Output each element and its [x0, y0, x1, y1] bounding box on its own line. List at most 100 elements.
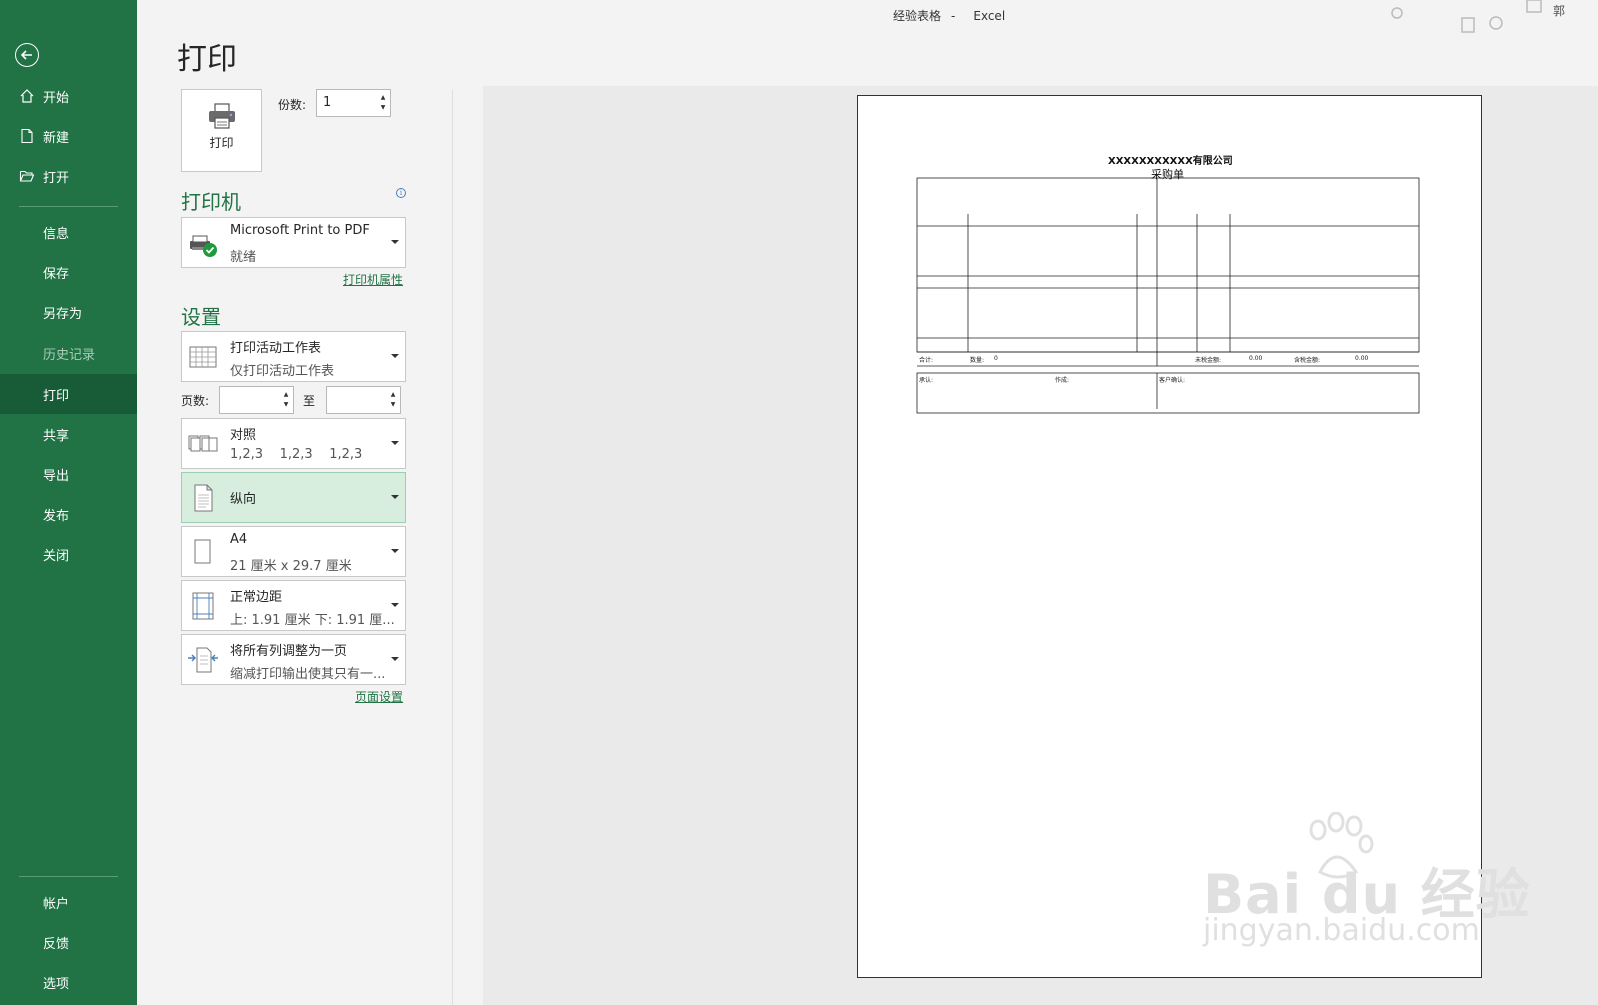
- nav-publish[interactable]: 发布: [0, 494, 137, 534]
- pages-to-stepper[interactable]: ▲ ▼: [326, 386, 401, 414]
- copies-label: 份数:: [278, 98, 307, 112]
- orientation-main: 纵向: [230, 492, 257, 507]
- printer-properties-link[interactable]: 打印机属性: [343, 271, 403, 288]
- nav-export[interactable]: 导出: [0, 454, 137, 494]
- nav-divider-bottom: [19, 876, 118, 877]
- nav-close-label: 关闭: [43, 549, 70, 564]
- nav-info-label: 信息: [43, 227, 70, 242]
- nav-history-label: 历史记录: [43, 348, 96, 363]
- chevron-down-icon: [391, 441, 399, 445]
- printer-heading: 打印机: [181, 190, 241, 214]
- scaling-select[interactable]: 将所有列调整为一页 缩减打印输出使其只有一...: [181, 634, 406, 685]
- printer-select[interactable]: Microsoft Print to PDF 就绪: [181, 217, 406, 268]
- preview-untaxed-value: 0.00: [1249, 355, 1263, 362]
- preview-total-label: 合计:: [919, 357, 934, 364]
- chevron-down-icon: [391, 657, 399, 661]
- preview-untaxed-label: 未税金额:: [1195, 357, 1222, 364]
- printer-ready-icon: [190, 235, 217, 257]
- back-button[interactable]: [15, 43, 39, 67]
- spin-arrows-icon[interactable]: ▲ ▼: [282, 390, 290, 410]
- preview-company-name: XXXXXXXXXXX有限公司: [1108, 156, 1233, 167]
- pages-label: 页数:: [181, 394, 210, 408]
- nav-save-as[interactable]: 另存为: [0, 292, 137, 332]
- nav-feedback[interactable]: 反馈: [0, 922, 137, 962]
- nav-info[interactable]: 信息: [0, 212, 137, 252]
- preview-taxed-value: 0.00: [1355, 355, 1369, 362]
- nav-home[interactable]: 开始: [0, 76, 137, 116]
- pages-from-stepper[interactable]: ▲ ▼: [219, 386, 294, 414]
- copies-value: 1: [323, 95, 332, 110]
- nav-account[interactable]: 帐户: [0, 882, 137, 922]
- nav-account-label: 帐户: [43, 897, 70, 912]
- paper-size-select[interactable]: A4 21 厘米 x 29.7 厘米: [181, 526, 406, 577]
- collated-pages-icon: [188, 435, 218, 452]
- print-button[interactable]: 打印: [181, 89, 262, 172]
- printer-status: 就绪: [230, 250, 257, 265]
- paper-size-main: A4: [230, 532, 248, 547]
- print-scope-sub: 仅打印活动工作表: [230, 364, 335, 379]
- portrait-page-icon: [194, 484, 213, 512]
- nav-home-label: 开始: [43, 91, 70, 106]
- preview-qty-label: 数量:: [970, 357, 985, 364]
- printer-icon: [209, 103, 235, 129]
- nav-options[interactable]: 选项: [0, 962, 137, 1002]
- panel-divider: [452, 90, 453, 1005]
- scaling-main: 将所有列调整为一页: [230, 644, 348, 659]
- preview-customer-label: 客户确认:: [1159, 377, 1186, 384]
- nav-share[interactable]: 共享: [0, 414, 137, 454]
- nav-new[interactable]: 新建: [0, 116, 137, 156]
- orientation-select[interactable]: 纵向: [181, 472, 406, 523]
- document-name: 经验表格: [893, 9, 942, 23]
- arrow-left-icon: [20, 50, 32, 60]
- print-scope-select[interactable]: 打印活动工作表 仅打印活动工作表: [181, 331, 406, 382]
- nav-share-label: 共享: [43, 429, 70, 444]
- nav-print[interactable]: 打印: [0, 374, 137, 414]
- preview-qty-value: 0: [994, 355, 998, 362]
- chevron-down-icon: [391, 240, 399, 244]
- nav-feedback-label: 反馈: [43, 937, 70, 952]
- spin-arrows-icon[interactable]: ▲ ▼: [389, 390, 397, 410]
- open-folder-icon: [19, 170, 35, 182]
- settings-heading: 设置: [181, 305, 221, 329]
- nav-close[interactable]: 关闭: [0, 534, 137, 574]
- chevron-down-icon: [391, 354, 399, 358]
- preview-approve-label: 承认:: [919, 377, 934, 384]
- nav-new-label: 新建: [43, 131, 70, 146]
- nav-options-label: 选项: [43, 977, 70, 992]
- account-name-fragment[interactable]: 郭: [1553, 2, 1565, 19]
- nav-divider: [19, 206, 118, 207]
- preview-table-grid: [916, 177, 1420, 414]
- nav-print-label: 打印: [43, 389, 70, 404]
- worksheet-icon: [189, 346, 217, 368]
- scaling-sub: 缩减打印输出使其只有一...: [230, 667, 386, 682]
- nav-publish-label: 发布: [43, 509, 70, 524]
- copies-stepper[interactable]: 1 ▲ ▼: [316, 89, 391, 117]
- preview-make-label: 作成:: [1055, 377, 1070, 384]
- margins-select[interactable]: 正常边距 上: 1.91 厘米 下: 1.91 厘...: [181, 580, 406, 631]
- collation-select[interactable]: 对照 1,2,3 1,2,3 1,2,3: [181, 418, 406, 469]
- spin-arrows-icon[interactable]: ▲ ▼: [379, 93, 387, 113]
- paper-size-sub: 21 厘米 x 29.7 厘米: [230, 559, 352, 574]
- preview-doc-title: 采购单: [1151, 168, 1184, 181]
- backstage-sidebar: 开始 新建 打开 信息 保存 另存为 历史记录 打印 共享 导出 发布 关闭 帐…: [0, 0, 137, 1005]
- window-title: 经验表格 - Excel: [893, 7, 1005, 24]
- info-icon[interactable]: i: [396, 188, 406, 198]
- margins-main: 正常边距: [230, 590, 283, 605]
- page-setup-link[interactable]: 页面设置: [355, 688, 403, 705]
- margins-icon: [192, 592, 214, 620]
- nav-open[interactable]: 打开: [0, 156, 137, 196]
- chevron-down-icon: [391, 549, 399, 553]
- print-button-label: 打印: [209, 136, 234, 150]
- nav-export-label: 导出: [43, 469, 70, 484]
- app-name: Excel: [973, 9, 1006, 23]
- chevron-down-icon: [391, 603, 399, 607]
- preview-page: XXXXXXXXXXX有限公司 采购单 合计: 数量: 0 未税金额: 0.00…: [857, 95, 1482, 978]
- to-label: 至: [303, 394, 316, 408]
- printer-name: Microsoft Print to PDF: [230, 223, 370, 238]
- nav-open-label: 打开: [43, 171, 70, 186]
- title-separator: -: [951, 9, 956, 23]
- paper-size-icon: [194, 539, 211, 564]
- nav-save-as-label: 另存为: [43, 307, 83, 322]
- nav-save[interactable]: 保存: [0, 252, 137, 292]
- margins-sub: 上: 1.91 厘米 下: 1.91 厘...: [230, 613, 395, 628]
